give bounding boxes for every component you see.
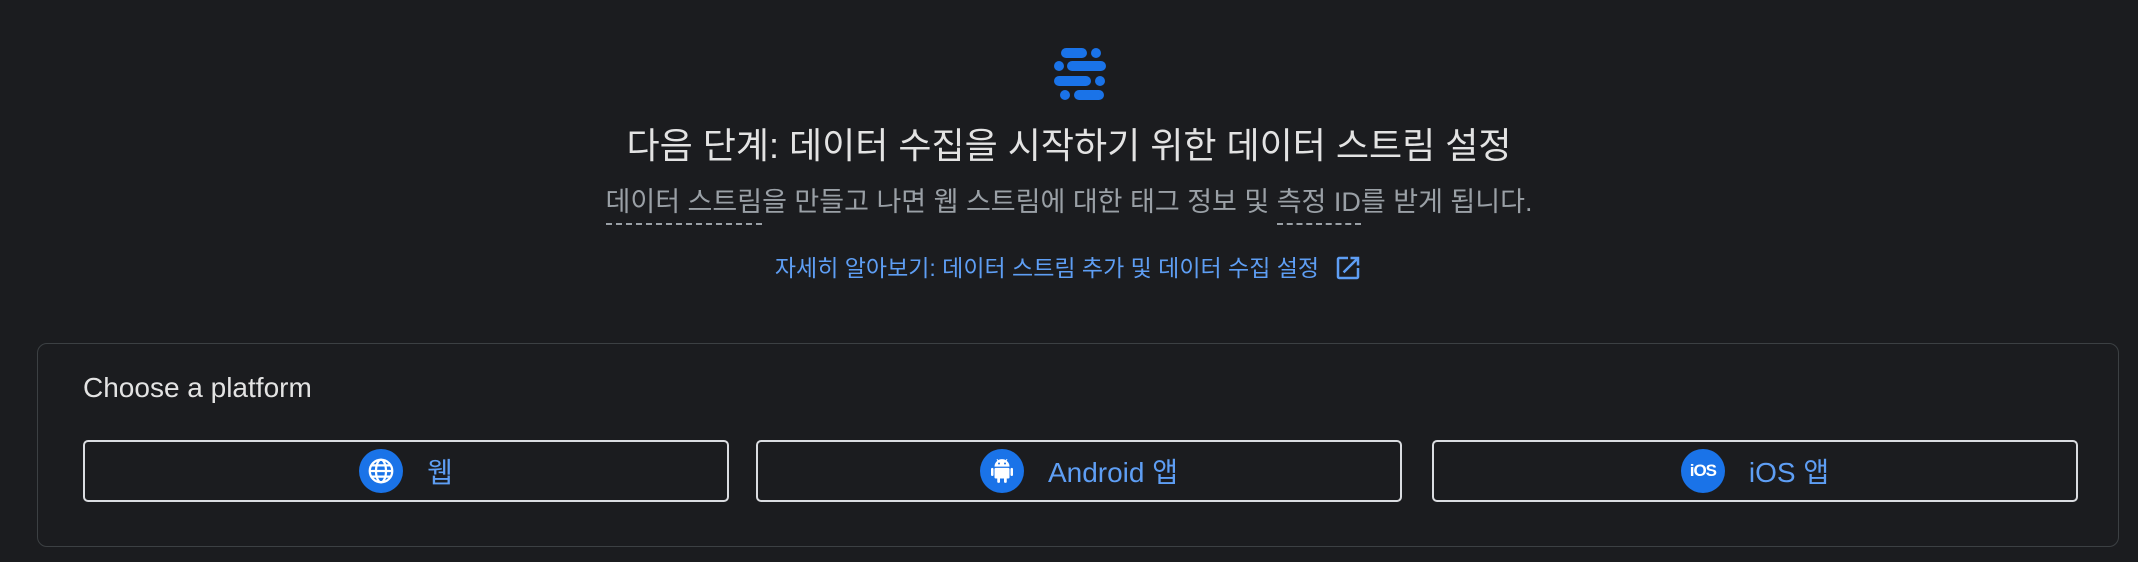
page-title: 다음 단계: 데이터 수집을 시작하기 위한 데이터 스트림 설정 [626, 125, 1512, 166]
subtitle-text-2: 를 받게 됩니다. [1360, 187, 1533, 217]
ios-platform-label: iOS 앱 [1748, 457, 1830, 488]
measurement-id-term[interactable]: 측정 ID [1276, 187, 1361, 225]
android-icon [979, 449, 1024, 493]
learn-more-link[interactable]: 자세히 알아보기: 데이터 스트림 추가 및 데이터 수집 설정 [775, 252, 1363, 284]
android-platform-button[interactable]: Android 앱 [756, 440, 1402, 502]
android-platform-label: Android 앱 [1047, 457, 1179, 488]
page-subtitle: 데이터 스트림을 만들고 나면 웹 스트림에 대한 태그 정보 및 측정 ID를… [0, 184, 2138, 225]
ios-icon: iOS [1680, 449, 1725, 493]
platform-heading: Choose a platform [83, 372, 312, 403]
web-platform-button[interactable]: 웹 [83, 440, 729, 502]
learn-more-label: 자세히 알아보기: 데이터 스트림 추가 및 데이터 수집 설정 [774, 255, 1320, 281]
open-in-new-icon [1336, 256, 1360, 280]
learn-more-row: 자세히 알아보기: 데이터 스트림 추가 및 데이터 수집 설정 [0, 252, 2138, 284]
data-stream-term[interactable]: 데이터 스트림 [605, 187, 763, 225]
platform-card: Choose a platform 웹 Android 앱 iOS iOS 앱 [37, 343, 2119, 547]
ios-platform-button[interactable]: iOS iOS 앱 [1432, 440, 2078, 502]
data-stream-icon [1054, 48, 1106, 100]
globe-icon [359, 449, 404, 493]
web-platform-label: 웹 [427, 457, 453, 488]
subtitle-text-1: 을 만들고 나면 웹 스트림에 대한 태그 정보 및 [762, 187, 1277, 217]
